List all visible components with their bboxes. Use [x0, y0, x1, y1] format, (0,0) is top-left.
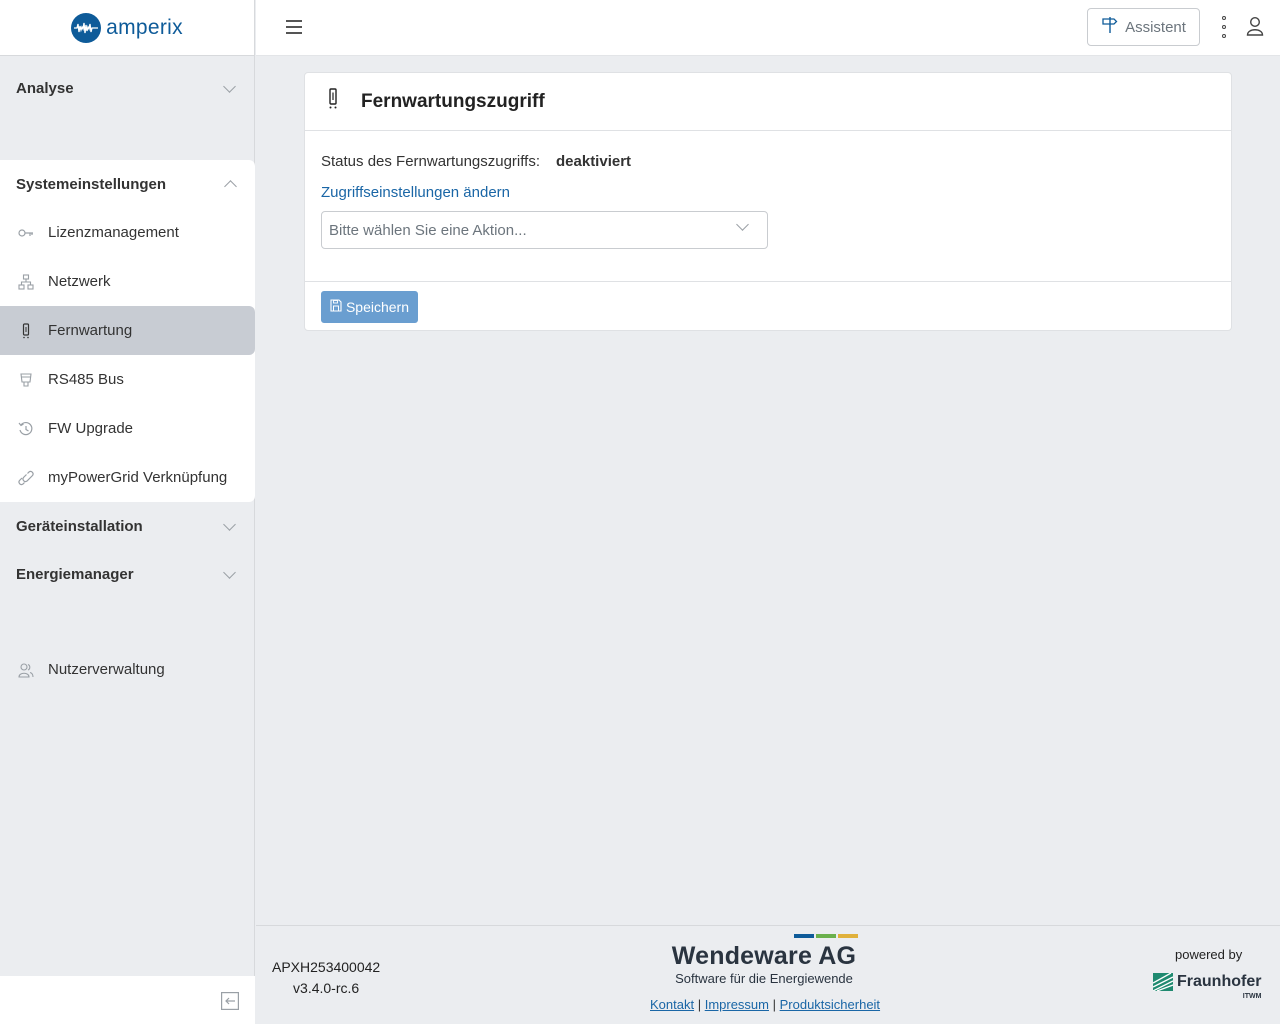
chevron-down-icon	[223, 565, 236, 579]
partner-subtitle: ITWM	[1242, 993, 1262, 1000]
status-row: Status des Fernwartungszugriffs: deaktiv…	[321, 143, 1215, 179]
sidebar-item-label: myPowerGrid Verknüpfung	[48, 469, 228, 486]
nav-section-label: Geräteinstallation	[16, 517, 143, 535]
nav-section-analyse[interactable]: Analyse	[0, 64, 254, 112]
amperix-logo[interactable]: amperix	[71, 12, 183, 43]
sidebar-item-fw-upgrade[interactable]: FW Upgrade	[0, 404, 255, 453]
save-icon	[330, 299, 342, 315]
logo-text: amperix	[106, 15, 183, 39]
chevron-down-icon	[223, 517, 236, 531]
sidebar-collapse-bar	[0, 976, 255, 1024]
save-button[interactable]: Speichern	[321, 291, 418, 323]
nav-section-geraeteinstallation[interactable]: Geräteinstallation	[0, 502, 254, 550]
imprint-link[interactable]: Impressum	[705, 997, 769, 1012]
plug-icon	[18, 372, 34, 388]
signpost-icon	[1101, 16, 1119, 38]
sidebar-item-label: Nutzerverwaltung	[48, 661, 165, 678]
users-icon	[18, 662, 34, 678]
status-value: deaktiviert	[556, 152, 632, 170]
chevron-down-icon	[223, 79, 236, 93]
status-label: Status des Fernwartungszugriffs:	[321, 152, 540, 170]
sidebar-item-fernwartung[interactable]: Fernwartung	[0, 306, 255, 355]
logo-bar: amperix	[0, 0, 254, 56]
nav-section-energiemanager[interactable]: Energiemanager	[0, 550, 254, 598]
card-footer: Speichern	[305, 282, 1231, 332]
change-access-settings-link[interactable]: Zugriffseinstellungen ändern	[321, 184, 1215, 201]
user-icon[interactable]	[1246, 16, 1266, 38]
chevron-down-icon	[736, 218, 749, 231]
brand-name: Wendeware AG	[671, 942, 857, 970]
save-label: Speichern	[345, 299, 410, 315]
nav-section-system[interactable]: Systemeinstellungen	[0, 160, 255, 208]
contact-link[interactable]: Kontakt	[650, 997, 694, 1012]
logo-wave-icon	[71, 12, 102, 43]
sidebar-item-rs485-bus[interactable]: RS485 Bus	[0, 355, 255, 404]
collapse-sidebar-icon[interactable]	[221, 992, 239, 1010]
nav-section-label: Energiemanager	[16, 565, 134, 583]
fraunhofer-logo: Fraunhofer ITWM	[1153, 973, 1262, 1000]
topbar: Assistent	[256, 0, 1280, 56]
sidebar-item-label: RS485 Bus	[48, 371, 124, 388]
select-placeholder: Bitte wählen Sie eine Aktion...	[329, 221, 527, 239]
remote-icon	[327, 88, 339, 115]
sidebar-item-lizenzmanagement[interactable]: Lizenzmanagement	[0, 208, 255, 257]
sidebar-item-label: Lizenzmanagement	[48, 224, 179, 241]
sidebar-item-netzwerk[interactable]: Netzwerk	[0, 257, 255, 306]
powered-by-label: powered by	[1175, 947, 1243, 962]
action-select[interactable]: Bitte wählen Sie eine Aktion...	[321, 211, 768, 249]
link-icon	[18, 470, 34, 486]
chevron-up-icon	[224, 179, 237, 193]
brand-color-bars	[666, 934, 858, 938]
card-header: Fernwartungszugriff	[305, 73, 1231, 131]
more-options-icon[interactable]	[1219, 16, 1229, 38]
product-safety-link[interactable]: Produktsicherheit	[780, 997, 880, 1012]
footer-links: Kontakt | Impressum | Produktsicherheit	[650, 997, 881, 1012]
fraunhofer-mark-icon	[1153, 973, 1173, 991]
key-icon	[18, 225, 34, 241]
assistant-label: Assistent	[1125, 18, 1186, 36]
card-body: Status des Fernwartungszugriffs: deaktiv…	[305, 131, 1231, 282]
sidebar-item-nutzerverwaltung[interactable]: Nutzerverwaltung	[0, 645, 254, 694]
sidebar: amperix Analyse Systemeinstellungen Lize…	[0, 0, 255, 1024]
wendeware-logo: Wendeware AG Software für die Energiewen…	[666, 934, 862, 986]
nav-section-label: Analyse	[16, 79, 74, 97]
firmware-version: v3.4.0-rc.6	[293, 980, 360, 996]
footer: APXH253400042 v3.4.0-rc.6 Wendeware AG S…	[256, 925, 1280, 1024]
assistant-button[interactable]: Assistent	[1087, 8, 1200, 46]
brand-subtitle: Software für die Energiewende	[675, 971, 853, 986]
partner-name: Fraunhofer	[1177, 973, 1262, 990]
sidebar-item-mypowergrid[interactable]: myPowerGrid Verknüpfung	[0, 453, 255, 502]
device-info: APXH253400042 v3.4.0-rc.6	[272, 957, 380, 999]
sidebar-item-label: Netzwerk	[48, 273, 111, 290]
sidebar-item-label: FW Upgrade	[48, 420, 134, 437]
nav-section-label: Systemeinstellungen	[16, 175, 167, 193]
remote-icon	[18, 322, 34, 339]
serial-number: APXH253400042	[272, 959, 381, 975]
card-title: Fernwartungszugriff	[361, 90, 545, 112]
network-icon	[18, 273, 34, 290]
nav-group-system: Systemeinstellungen Lizenzmanagement Net…	[0, 160, 255, 502]
sidebar-item-label: Fernwartung	[48, 322, 133, 339]
menu-toggle-icon[interactable]	[286, 20, 302, 35]
remote-access-card: Fernwartungszugriff Status des Fernwartu…	[304, 72, 1232, 331]
history-icon	[18, 421, 34, 437]
